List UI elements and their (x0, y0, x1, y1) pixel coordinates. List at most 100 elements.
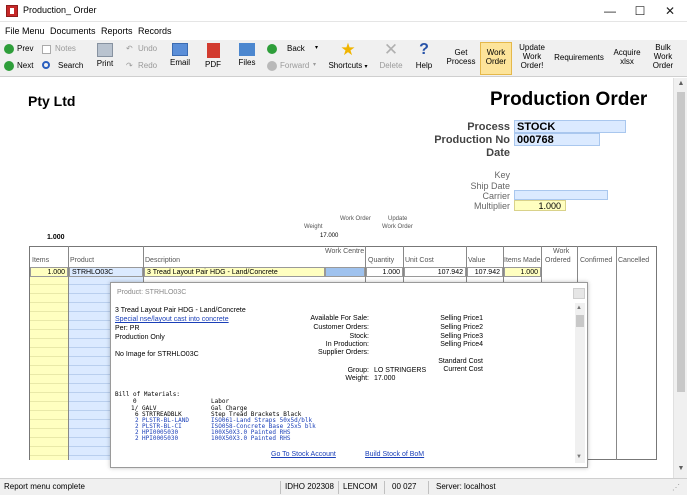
work-header: Work (553, 248, 570, 255)
popup-scroll-thumb[interactable] (576, 315, 584, 327)
status-idho: IDHO 202308 (285, 482, 334, 491)
date-label: Date (486, 147, 510, 159)
col-items-made: Items Made (504, 257, 541, 264)
resize-grip-icon[interactable]: ⋰ (672, 483, 680, 492)
key-label: Key (494, 170, 510, 180)
bom-qty: 2 (135, 435, 139, 442)
col-value: Value (468, 257, 486, 264)
row-quantity-cell[interactable]: 1.000 (366, 267, 403, 277)
menu-records[interactable]: Records (138, 26, 172, 36)
bulk-line2: Work (653, 52, 673, 61)
bulk-work-order-button[interactable]: Bulk Work Order (646, 43, 680, 70)
requirements-button[interactable]: Requirements (551, 53, 607, 62)
carrier-field[interactable] (514, 190, 608, 200)
scroll-thumb[interactable] (677, 92, 685, 392)
status-bar: Report menu complete IDHO 202308 LENCOM … (0, 478, 687, 495)
acquire-line1: Acquire (613, 48, 641, 57)
files-button[interactable]: Files (236, 43, 258, 67)
bulk-line1: Bulk (655, 43, 671, 52)
pdf-label: PDF (205, 60, 221, 69)
back-arrow-icon (267, 44, 277, 54)
bulk-line3: Order (652, 61, 674, 70)
popup-scroll-down-icon[interactable]: ▼ (576, 454, 582, 460)
status-message: Report menu complete (4, 482, 85, 491)
weight-value: 17.000 (374, 375, 396, 382)
status-separator (280, 481, 281, 494)
document-title: Production Order (490, 89, 648, 110)
col-product: Product (70, 257, 95, 264)
build-stock-of-bom-link[interactable]: Build Stock of BoM (365, 451, 424, 458)
scroll-down-icon[interactable]: ▼ (676, 465, 686, 472)
print-button[interactable]: Print (94, 43, 116, 68)
notes-icon (42, 45, 51, 54)
close-button[interactable]: ✕ (655, 0, 685, 22)
undo-icon: ↶ (126, 44, 133, 53)
row-work-centre-cell[interactable] (325, 267, 365, 277)
update-work-order-button[interactable]: Update Work Order! (514, 43, 550, 70)
window-title: Production_ Order (23, 5, 97, 15)
prev-arrow-icon (4, 44, 14, 54)
delete-label: Delete (379, 61, 403, 70)
vertical-scrollbar[interactable]: ▲ ▼ (673, 78, 687, 478)
go-to-stock-account-link[interactable]: Go To Stock Account (271, 451, 336, 458)
acquire-line2: xlsx (620, 57, 634, 66)
popup-close-icon[interactable] (573, 288, 585, 299)
special-notes-link[interactable]: Special nse/layout cast into concrete (115, 316, 229, 323)
multiplier-label: Multiplier (473, 201, 510, 211)
menu-documents[interactable]: Documents (50, 26, 96, 36)
popup-no-image: No Image for STRHLO03C (115, 351, 199, 358)
bom-code-link[interactable]: HPI0005030 (142, 436, 178, 442)
popup-per: Per: PR (115, 325, 140, 332)
pdf-button[interactable]: PDF (203, 43, 223, 69)
work-order-caption: Work Order (340, 216, 371, 222)
selling-price2-label: Selling Price2 (440, 324, 483, 331)
scroll-up-icon[interactable]: ▲ (676, 80, 686, 87)
email-button[interactable]: Email (168, 43, 192, 67)
next-label: Next (17, 61, 34, 70)
menu-bar: File Menu Documents Reports Records (0, 23, 687, 40)
search-icon (42, 61, 50, 69)
maximize-button[interactable]: ☐ (625, 0, 655, 22)
popup-scroll-up-icon[interactable]: ▲ (576, 305, 582, 311)
star-icon: ★ (340, 40, 356, 59)
delete-button[interactable]: ✕ Delete (377, 41, 405, 70)
help-button[interactable]: ? Help (412, 41, 436, 71)
acquire-xlsx-button[interactable]: Acquire xlsx (610, 48, 644, 66)
row-product-cell[interactable]: STRHLO03C (69, 267, 143, 277)
notes-label: Notes (55, 44, 76, 53)
multiplier-field[interactable]: 1.000 (514, 200, 566, 211)
redo-icon: ↷ (126, 61, 133, 70)
col-divider (68, 246, 69, 460)
row-unit-cost-cell[interactable]: 107.942 (404, 267, 466, 277)
prev-label: Prev (17, 44, 34, 53)
production-no-field[interactable]: 000768 (514, 133, 600, 146)
col-cancelled: Cancelled (618, 257, 650, 264)
back-label: Back (287, 44, 305, 53)
menu-file[interactable]: File Menu (5, 26, 45, 36)
minimize-button[interactable]: — (595, 0, 625, 22)
status-separator (384, 481, 385, 494)
col-divider (616, 246, 617, 460)
company-name: Pty Ltd (28, 93, 76, 109)
popup-production-only: Production Only (115, 334, 165, 341)
help-icon: ? (419, 41, 429, 58)
row-description-cell[interactable]: 3 Tread Layout Pair HDG - Land/Concrete (144, 267, 325, 277)
menu-reports[interactable]: Reports (101, 26, 133, 36)
process-field[interactable]: STOCK (514, 120, 626, 133)
email-label: Email (169, 58, 190, 67)
carrier-label: Carrier (482, 191, 510, 201)
row-items-made-cell[interactable]: 1.000 (504, 267, 541, 277)
row-value-cell[interactable]: 107.942 (467, 267, 503, 277)
row-items-cell[interactable]: 1.000 (30, 267, 68, 277)
work-order-button[interactable]: Work Order (480, 42, 512, 75)
popup-scrollbar[interactable]: ▲ ▼ (575, 303, 585, 463)
pdf-icon (206, 43, 220, 58)
group-value: LO STRINGERS (374, 367, 427, 374)
col-ordered: Ordered (545, 257, 571, 264)
work-order-line1: Work (486, 48, 506, 57)
shortcuts-button[interactable]: ★ Shortcuts ▾ (324, 40, 372, 70)
shortcuts-dropdown-icon: ▾ (364, 64, 368, 70)
folder-icon (239, 43, 255, 56)
get-process-button[interactable]: Get Process (445, 48, 477, 66)
items-column-fill (30, 276, 68, 460)
